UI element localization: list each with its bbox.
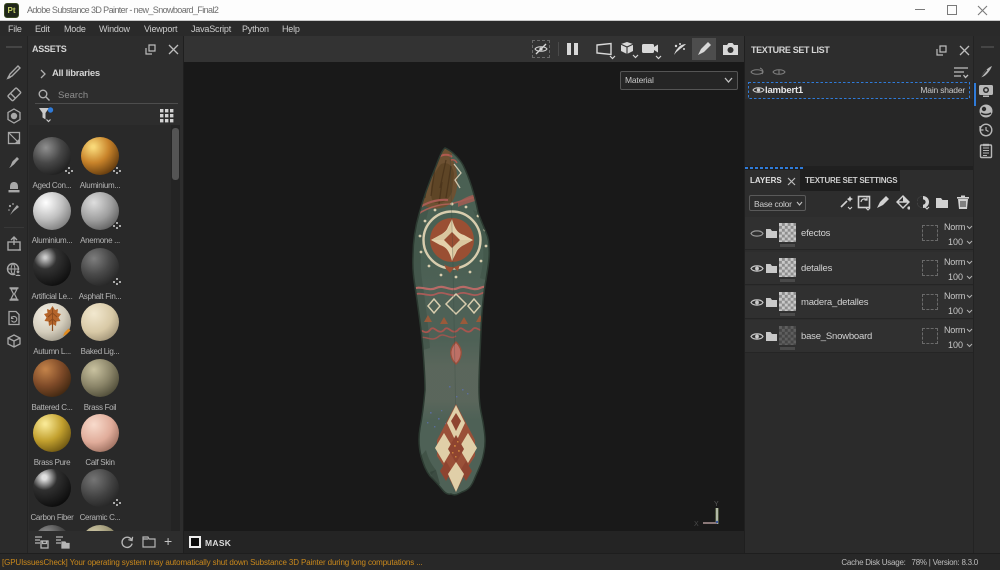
svg-text:Y: Y	[714, 501, 719, 508]
svg-text:X: X	[694, 521, 699, 528]
